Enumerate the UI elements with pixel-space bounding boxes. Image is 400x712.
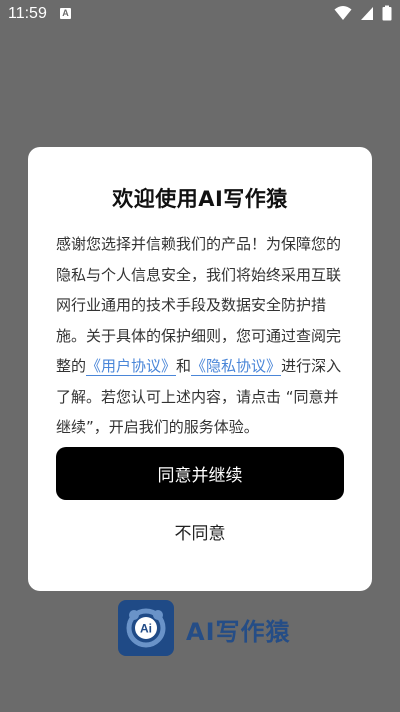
system-icons [331,5,392,21]
agree-continue-button[interactable]: 同意并继续 [56,447,344,500]
battery-icon [382,5,392,21]
body-conjunction: 和 [176,357,192,375]
notification-icon: A [60,8,71,19]
dialog-body: 感谢您选择并信赖我们的产品！为保障您的隐私与个人信息安全，我们将始终采用互联网行… [56,229,346,443]
status-time: 11:59 [8,5,47,22]
wifi-icon [334,6,352,20]
user-agreement-link[interactable]: 《用户协议》 [86,357,177,376]
app-logo: Ai [118,600,174,656]
app-logo-text: Ai [140,622,152,636]
status-bar: 11:59 A [0,0,400,28]
body-intro: 感谢您选择并信赖我们的产品！为保障您的隐私与个人信息安全，我们将始终采用互联网行… [56,235,342,375]
dialog-title: 欢迎使用AI写作猿 [112,187,288,211]
app-name: AI写作猿 [186,618,291,646]
privacy-policy-link[interactable]: 《隐私协议》 [191,357,282,376]
app-logo-icon: Ai [126,608,166,648]
cellular-icon [361,7,374,20]
privacy-dialog: 欢迎使用AI写作猿 感谢您选择并信赖我们的产品！为保障您的隐私与个人信息安全，我… [28,147,372,591]
disagree-button[interactable]: 不同意 [150,519,250,549]
